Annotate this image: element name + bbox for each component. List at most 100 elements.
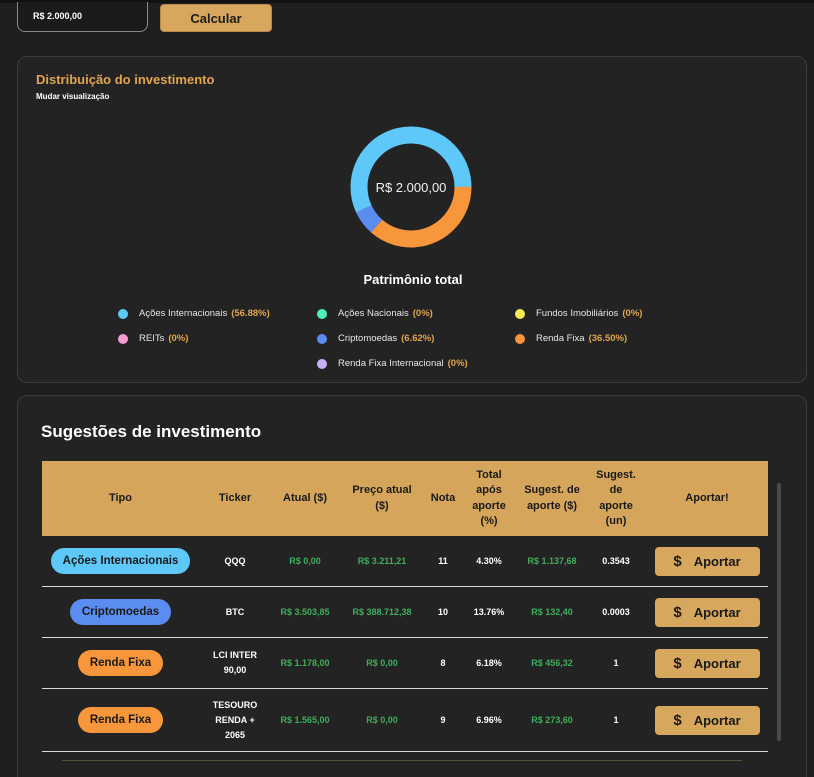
aportar-button[interactable]: $ Aportar — [654, 648, 760, 678]
legend-item[interactable]: Renda Fixa Internacional (0%) — [317, 358, 468, 369]
dollar-icon: $ — [673, 552, 682, 570]
legend-percentage: (36.50%) — [588, 333, 628, 344]
cell-nota: 8 — [440, 657, 446, 668]
table-row: Criptomoedas BTC R$ 3.503,85 R$ 388.712,38 1… — [42, 587, 768, 638]
suggestions-title: Sugestões de investimento — [41, 422, 262, 441]
legend-color-dot — [515, 308, 525, 319]
table-bottom-divider — [62, 760, 742, 761]
dollar-icon: $ — [673, 654, 682, 672]
legend-label: Renda Fixa Internacional — [338, 358, 444, 369]
header-ticker: Ticker — [218, 491, 252, 504]
legend-item[interactable]: Renda Fixa (36.50%) — [515, 333, 627, 344]
investment-amount-input[interactable]: R$ 2.000,00 — [17, 2, 148, 32]
table-header: Tipo Ticker Atual ($) Preço atual ($) No… — [42, 461, 768, 536]
header-sugest-valor: Sugest. de aporte ($) — [524, 484, 580, 512]
cell-tipo: Renda Fixa — [42, 689, 199, 751]
header-tipo: Tipo — [108, 491, 132, 504]
cell-aportar: $ Aportar — [652, 587, 762, 637]
legend-label: Fundos Imobiliários — [536, 308, 619, 319]
cell-sugest-valor: R$ 456,32 — [531, 657, 573, 668]
asset-type-pill: Renda Fixa — [77, 650, 164, 676]
legend-label: Ações Nacionais — [338, 308, 409, 319]
header-aportar: Aportar! — [685, 491, 729, 504]
legend-label: Criptomoedas — [338, 333, 398, 344]
table-row: Ações Internacionais QQQ R$ 0,00 R$ 3.211,2… — [42, 536, 768, 587]
cell-total: 6.96% — [476, 714, 502, 725]
cell-tipo: Ações Internacionais — [42, 536, 199, 586]
cell-preco: R$ 0,00 — [366, 714, 398, 725]
cell-sugest-un: 0.3543 — [602, 555, 630, 566]
cell-total: 6.18% — [476, 657, 502, 668]
distribution-title: Distribuição do investimento — [36, 72, 215, 87]
header-sugest-un: Sugest. de aporte (un) — [596, 468, 636, 528]
cell-tipo: Criptomoedas — [42, 587, 199, 637]
table-row: Renda Fixa LCI INTER 90,00 R$ 1.178,00 R$ 0… — [42, 638, 768, 689]
cell-sugest-un: 0.0003 — [602, 606, 630, 617]
cell-atual: R$ 1.178,00 — [280, 657, 330, 668]
table-row: Renda Fixa TESOURO RENDA + 2065 R$ 1.565,0… — [42, 689, 768, 752]
aportar-label: Aportar — [693, 655, 741, 671]
cell-sugest-valor: R$ 273,60 — [531, 714, 573, 725]
legend-percentage: (0%) — [168, 333, 189, 344]
cell-nota: 10 — [437, 606, 448, 617]
dollar-icon: $ — [673, 711, 682, 729]
cell-ticker: BTC — [225, 606, 245, 617]
legend-color-dot — [118, 333, 128, 344]
cell-sugest-valor: R$ 132,40 — [531, 606, 573, 617]
cell-preco: R$ 388.712,38 — [352, 606, 412, 617]
total-patrimony-label: Patrimônio total — [363, 272, 463, 287]
legend-item[interactable]: Fundos Imobiliários (0%) — [515, 308, 642, 319]
cell-preco: R$ 3.211,21 — [357, 555, 407, 566]
cell-sugest-un: 1 — [613, 657, 619, 668]
asset-type-pill: Ações Internacionais — [50, 548, 191, 574]
cell-nota: 9 — [440, 714, 446, 725]
legend-color-dot — [317, 333, 327, 344]
legend-label: REITs — [139, 333, 165, 344]
suggestions-table: Tipo Ticker Atual ($) Preço atual ($) No… — [42, 461, 768, 752]
aportar-label: Aportar — [693, 604, 741, 620]
cell-atual: R$ 3.503,85 — [280, 606, 330, 617]
legend-color-dot — [118, 308, 128, 319]
legend-color-dot — [317, 308, 327, 319]
cell-ticker: LCI INTER 90,00 — [213, 650, 257, 675]
dollar-icon: $ — [673, 603, 682, 621]
legend-percentage: (6.62%) — [401, 333, 435, 344]
cell-ticker: QQQ — [224, 555, 246, 566]
distribution-card: Distribuição do investimento Mudar visua… — [17, 56, 807, 383]
legend-item[interactable]: Criptomoedas (6.62%) — [317, 333, 434, 344]
table-body: Ações Internacionais QQQ R$ 0,00 R$ 3.211,2… — [42, 536, 768, 752]
header-total: Total após aporte (%) — [472, 468, 506, 528]
cell-aportar: $ Aportar — [652, 638, 762, 688]
cell-ticker: TESOURO RENDA + 2065 — [212, 699, 258, 740]
asset-type-pill: Renda Fixa — [77, 707, 164, 733]
cell-sugest-un: 1 — [613, 714, 619, 725]
header-preco: Preço atual ($) — [352, 484, 412, 512]
cell-total: 13.76% — [473, 606, 505, 617]
cell-total: 4.30% — [476, 555, 502, 566]
cell-nota: 11 — [438, 555, 448, 566]
legend-label: Renda Fixa — [536, 333, 585, 344]
cell-atual: R$ 0,00 — [289, 555, 321, 566]
legend-item[interactable]: Ações Nacionais (0%) — [317, 308, 433, 319]
legend-item[interactable]: REITs (0%) — [118, 333, 188, 344]
table-scrollbar[interactable] — [777, 483, 781, 741]
aportar-button[interactable]: $ Aportar — [654, 597, 760, 627]
legend-percentage: (56.88%) — [231, 308, 270, 319]
legend-item[interactable]: Ações Internacionais (56.88%) — [118, 308, 270, 319]
header-nota: Nota — [430, 491, 456, 504]
calculate-button[interactable]: Calcular — [160, 4, 272, 32]
aportar-button[interactable]: $ Aportar — [654, 546, 760, 576]
aportar-label: Aportar — [693, 553, 741, 569]
legend-percentage: (0%) — [447, 358, 468, 369]
aportar-button[interactable]: $ Aportar — [654, 705, 760, 735]
suggestions-card: Sugestões de investimento Tipo Ticker At… — [17, 395, 807, 777]
cell-aportar: $ Aportar — [652, 536, 762, 586]
asset-type-pill: Criptomoedas — [69, 599, 172, 625]
header-atual: Atual ($) — [283, 491, 327, 504]
legend-color-dot — [317, 358, 327, 369]
cell-preco: R$ 0,00 — [366, 657, 398, 668]
aportar-label: Aportar — [693, 712, 741, 728]
cell-atual: R$ 1.565,00 — [280, 714, 330, 725]
change-view-link[interactable]: Mudar visualização — [36, 92, 109, 101]
cell-aportar: $ Aportar — [652, 689, 762, 751]
